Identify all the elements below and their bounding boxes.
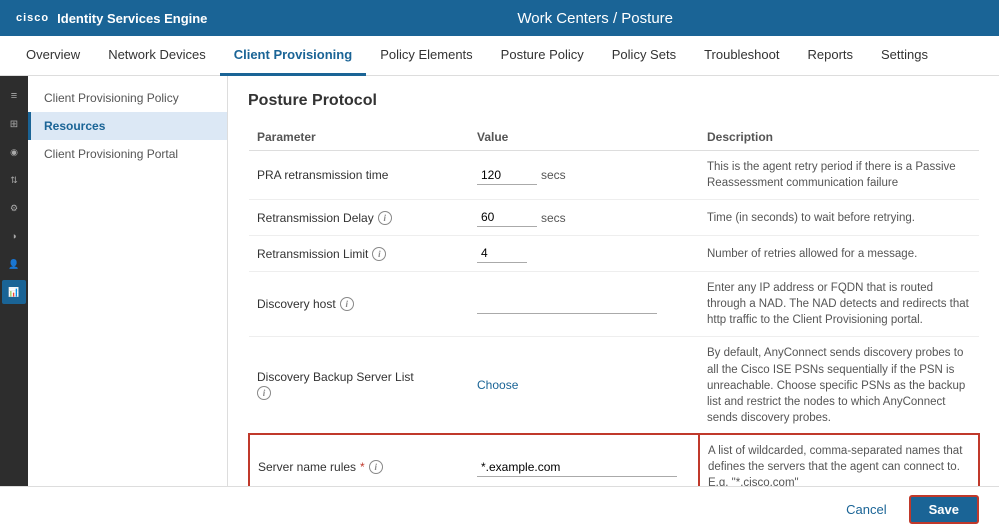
backup-info-icon[interactable]: i bbox=[257, 386, 271, 400]
delay-unit: secs bbox=[541, 211, 566, 225]
param-label-pra: PRA retransmission time bbox=[249, 151, 469, 200]
sub-nav-portal[interactable]: Client Provisioning Portal bbox=[28, 140, 227, 168]
desc-pra: This is the agent retry period if there … bbox=[699, 151, 979, 200]
grid-icon[interactable]: ⊞ bbox=[2, 112, 26, 136]
table-row: Discovery host i Enter any IP address or… bbox=[249, 272, 979, 337]
value-cell-limit bbox=[469, 236, 699, 272]
col-value: Value bbox=[469, 124, 699, 151]
table-row: Discovery Backup Server List i Choose By… bbox=[249, 337, 979, 434]
pra-value-input[interactable] bbox=[477, 166, 537, 185]
nav-network-devices[interactable]: Network Devices bbox=[94, 36, 220, 76]
discovery-info-icon[interactable]: i bbox=[340, 297, 354, 311]
param-label-backup: Discovery Backup Server List i bbox=[249, 337, 469, 434]
required-star: * bbox=[360, 460, 365, 474]
shield-icon[interactable]: ◑ bbox=[2, 224, 26, 248]
server-name-rules-input[interactable] bbox=[477, 458, 677, 477]
sub-nav: Client Provisioning Policy Resources Cli… bbox=[28, 76, 228, 532]
topbar: cisco Identity Services Engine Work Cent… bbox=[0, 0, 999, 36]
desc-discovery: Enter any IP address or FQDN that is rou… bbox=[699, 272, 979, 337]
delay-info-icon[interactable]: i bbox=[378, 211, 392, 225]
user-icon[interactable]: 👤 bbox=[2, 252, 26, 276]
app-name: Identity Services Engine bbox=[57, 11, 207, 26]
value-cell-pra: secs bbox=[469, 151, 699, 200]
nav-settings[interactable]: Settings bbox=[867, 36, 942, 76]
choose-link[interactable]: Choose bbox=[477, 378, 518, 392]
param-label-delay: Retransmission Delay i bbox=[249, 200, 469, 236]
status-icon[interactable]: ◉ bbox=[2, 140, 26, 164]
nav-policy-sets[interactable]: Policy Sets bbox=[598, 36, 690, 76]
sidebar-icons: ≡ ⊞ ◉ ⇅ ⚙ ◑ 👤 📊 ? bbox=[0, 76, 28, 532]
desc-limit: Number of retries allowed for a message. bbox=[699, 236, 979, 272]
col-parameter: Parameter bbox=[249, 124, 469, 151]
delay-value-input[interactable] bbox=[477, 208, 537, 227]
main-content: Posture Protocol Parameter Value Descrip… bbox=[228, 76, 999, 532]
sub-nav-policy[interactable]: Client Provisioning Policy bbox=[28, 84, 227, 112]
param-label-limit: Retransmission Limit i bbox=[249, 236, 469, 272]
value-cell-delay: secs bbox=[469, 200, 699, 236]
nav-reports[interactable]: Reports bbox=[793, 36, 867, 76]
nav-posture-policy[interactable]: Posture Policy bbox=[487, 36, 598, 76]
nav-overview[interactable]: Overview bbox=[12, 36, 94, 76]
table-row: PRA retransmission time secs This is the… bbox=[249, 151, 979, 200]
desc-delay: Time (in seconds) to wait before retryin… bbox=[699, 200, 979, 236]
menu-icon[interactable]: ≡ bbox=[2, 84, 26, 108]
sub-nav-resources[interactable]: Resources bbox=[28, 112, 227, 140]
col-description: Description bbox=[699, 124, 979, 151]
arrows-icon[interactable]: ⇅ bbox=[2, 168, 26, 192]
main-nav: Overview Network Devices Client Provisio… bbox=[0, 36, 999, 76]
table-row: Retransmission Delay i secs Time (in sec bbox=[249, 200, 979, 236]
page-title: Posture Protocol bbox=[248, 92, 979, 110]
discovery-host-input[interactable] bbox=[477, 295, 657, 314]
tools-icon[interactable]: ⚙ bbox=[2, 196, 26, 220]
nav-client-provisioning[interactable]: Client Provisioning bbox=[220, 36, 366, 76]
cancel-button[interactable]: Cancel bbox=[834, 497, 898, 522]
posture-protocol-table: Parameter Value Description PRA retransm… bbox=[248, 124, 979, 532]
nav-policy-elements[interactable]: Policy Elements bbox=[366, 36, 486, 76]
param-label-discovery: Discovery host i bbox=[249, 272, 469, 337]
table-row: Retransmission Limit i Number of retries… bbox=[249, 236, 979, 272]
value-cell-discovery bbox=[469, 272, 699, 337]
nav-troubleshoot[interactable]: Troubleshoot bbox=[690, 36, 793, 76]
server-rules-info-icon[interactable]: i bbox=[369, 460, 383, 474]
limit-info-icon[interactable]: i bbox=[372, 247, 386, 261]
chart-icon[interactable]: 📊 bbox=[2, 280, 26, 304]
save-button[interactable]: Save bbox=[909, 495, 979, 524]
limit-value-input[interactable] bbox=[477, 244, 527, 263]
desc-backup: By default, AnyConnect sends discovery p… bbox=[699, 337, 979, 434]
breadcrumb: Work Centers / Posture bbox=[207, 10, 983, 27]
app-logo: cisco Identity Services Engine bbox=[16, 11, 207, 26]
pra-unit: secs bbox=[541, 168, 566, 182]
cisco-icon: cisco bbox=[16, 12, 49, 24]
value-cell-backup: Choose bbox=[469, 337, 699, 434]
footer: Cancel Save bbox=[0, 486, 999, 532]
